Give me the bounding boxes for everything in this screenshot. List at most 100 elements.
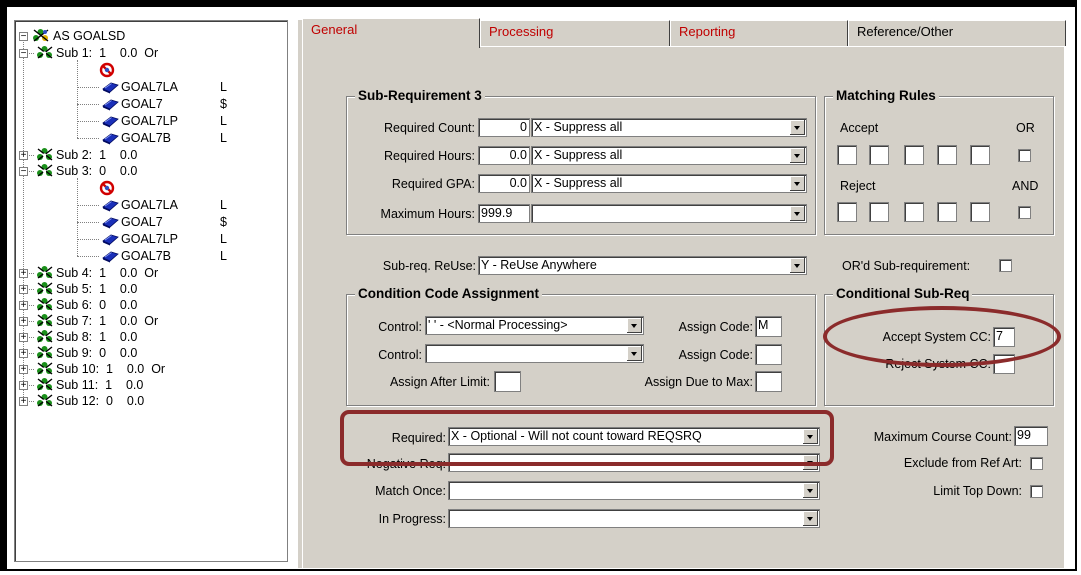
chevron-down-icon[interactable] xyxy=(790,206,805,221)
control-1-select[interactable]: ' ' - <Normal Processing> xyxy=(425,316,644,335)
match-once-select[interactable] xyxy=(448,481,820,500)
reuse-select[interactable]: Y - ReUse Anywhere xyxy=(478,256,807,275)
limit-top-down-checkbox[interactable] xyxy=(1030,485,1043,498)
tree-sub-3-label[interactable]: Sub 3: 0 0.0 xyxy=(56,163,137,179)
required-select[interactable]: X - Optional - Will not count toward REQ… xyxy=(448,427,820,446)
reject-rule-2[interactable] xyxy=(869,202,889,222)
tree-course-name[interactable]: GOAL7LA xyxy=(121,197,178,213)
tree-sub-1-label[interactable]: Sub 1: 1 0.0 Or xyxy=(56,45,158,61)
chevron-down-icon[interactable] xyxy=(803,483,818,498)
assign-after-limit-field[interactable] xyxy=(494,371,521,392)
assign-code-2-field[interactable] xyxy=(755,344,782,365)
tree-course-name[interactable]: GOAL7LP xyxy=(121,231,178,247)
sub-requirement-icon xyxy=(36,163,54,178)
tab-processing[interactable]: Processing xyxy=(480,20,670,46)
sub-1-toggle[interactable]: − xyxy=(19,49,28,59)
tree-sub-10-label[interactable]: Sub 10: 1 0.0 Or xyxy=(56,361,165,377)
tree-course-name[interactable]: GOAL7 xyxy=(121,96,163,112)
sub-3-toggle[interactable]: − xyxy=(19,167,28,177)
requirement-tree[interactable]: − AS GOALSD − Sub 1: 1 0.0 Or GOAL7LA L GOAL7 $… xyxy=(14,20,288,562)
tree-sub-6-label[interactable]: Sub 6: 0 0.0 xyxy=(56,297,137,313)
required-hours-field[interactable]: 0.0 xyxy=(478,146,530,165)
tree-sub-11-label[interactable]: Sub 11: 1 0.0 xyxy=(56,377,143,393)
exclude-ref-art-checkbox[interactable] xyxy=(1030,457,1043,470)
or-checkbox[interactable] xyxy=(1018,149,1031,162)
tree-course-name[interactable]: GOAL7LA xyxy=(121,79,178,95)
reject-rule-1[interactable] xyxy=(837,202,857,222)
sub-10-toggle[interactable]: + xyxy=(19,365,28,375)
required-hours-label: Required Hours: xyxy=(383,149,475,163)
sub-requirement-icon xyxy=(36,345,54,360)
accept-rule-3[interactable] xyxy=(904,145,924,165)
sub-requirement-icon xyxy=(36,329,54,344)
reject-system-cc-field[interactable] xyxy=(993,354,1015,374)
required-gpa-field[interactable]: 0.0 xyxy=(478,174,530,193)
sub-8-toggle[interactable]: + xyxy=(19,333,28,343)
max-course-count-field[interactable]: 99 xyxy=(1014,426,1048,446)
sub-requirement-icon xyxy=(36,297,54,312)
accept-system-cc-field[interactable]: 7 xyxy=(993,327,1015,347)
reject-rule-5[interactable] xyxy=(970,202,990,222)
chevron-down-icon[interactable] xyxy=(790,258,805,273)
tree-sub-9-label[interactable]: Sub 9: 0 0.0 xyxy=(56,345,137,361)
sub-requirement-icon xyxy=(36,265,54,280)
accept-rule-5[interactable] xyxy=(970,145,990,165)
sub-11-toggle[interactable]: + xyxy=(19,381,28,391)
sub-12-toggle[interactable]: + xyxy=(19,397,28,407)
tree-sub-2-label[interactable]: Sub 2: 1 0.0 xyxy=(56,147,137,163)
tree-guide-line xyxy=(77,121,99,122)
maximum-hours-field[interactable]: 999.9 xyxy=(478,204,530,223)
chevron-down-icon[interactable] xyxy=(627,346,642,361)
tree-root-label[interactable]: AS GOALSD xyxy=(53,28,125,44)
sub-5-toggle[interactable]: + xyxy=(19,285,28,295)
reject-rule-3[interactable] xyxy=(904,202,924,222)
chevron-down-icon[interactable] xyxy=(790,148,805,163)
ord-subreq-checkbox[interactable] xyxy=(999,259,1012,272)
chevron-down-icon[interactable] xyxy=(803,429,818,444)
sub-requirement-icon xyxy=(36,281,54,296)
tree-course-name[interactable]: GOAL7LP xyxy=(121,113,178,129)
maximum-hours-select[interactable] xyxy=(531,204,807,223)
required-count-select[interactable]: X - Suppress all xyxy=(531,118,807,137)
tree-sub-5-label[interactable]: Sub 5: 1 0.0 xyxy=(56,281,137,297)
tree-course-name[interactable]: GOAL7B xyxy=(121,130,171,146)
accept-rule-1[interactable] xyxy=(837,145,857,165)
tree-course-name[interactable]: GOAL7 xyxy=(121,214,163,230)
root-collapse-toggle[interactable]: − xyxy=(19,32,28,42)
chevron-down-icon[interactable] xyxy=(627,318,642,333)
required-count-field[interactable]: 0 xyxy=(478,118,530,137)
and-checkbox[interactable] xyxy=(1018,206,1031,219)
chevron-down-icon[interactable] xyxy=(803,455,818,470)
sub-2-toggle[interactable]: + xyxy=(19,151,28,161)
assign-code-1-label: Assign Code: xyxy=(678,320,753,334)
chevron-down-icon[interactable] xyxy=(803,511,818,526)
required-gpa-select[interactable]: X - Suppress all xyxy=(531,174,807,193)
chevron-down-icon[interactable] xyxy=(790,176,805,191)
tree-course-name[interactable]: GOAL7B xyxy=(121,248,171,264)
assign-due-max-field[interactable] xyxy=(755,371,782,392)
tab-reporting[interactable]: Reporting xyxy=(670,20,848,46)
in-progress-select[interactable] xyxy=(448,509,820,528)
reject-label: Reject xyxy=(840,179,876,193)
negative-req-select[interactable] xyxy=(448,453,820,472)
tab-general[interactable]: General xyxy=(302,18,480,48)
chevron-down-icon[interactable] xyxy=(790,120,805,135)
sub-6-toggle[interactable]: + xyxy=(19,301,28,311)
reject-rule-4[interactable] xyxy=(937,202,957,222)
tab-reference-other[interactable]: Reference/Other xyxy=(848,20,1066,46)
assign-code-1-field[interactable]: M xyxy=(755,316,782,337)
tree-sub-7-label[interactable]: Sub 7: 1 0.0 Or xyxy=(56,313,158,329)
tree-sub-12-label[interactable]: Sub 12: 0 0.0 xyxy=(56,393,144,409)
accept-rule-2[interactable] xyxy=(869,145,889,165)
sub-9-toggle[interactable]: + xyxy=(19,349,28,359)
tree-sub-8-label[interactable]: Sub 8: 1 0.0 xyxy=(56,329,137,345)
course-diamond-icon xyxy=(102,197,119,212)
accept-rule-4[interactable] xyxy=(937,145,957,165)
required-gpa-select-value: X - Suppress all xyxy=(534,176,623,190)
control-2-select[interactable] xyxy=(425,344,644,363)
sub-7-toggle[interactable]: + xyxy=(19,317,28,327)
sub-4-toggle[interactable]: + xyxy=(19,269,28,279)
tree-sub-4-label[interactable]: Sub 4: 1 0.0 Or xyxy=(56,265,158,281)
required-hours-select[interactable]: X - Suppress all xyxy=(531,146,807,165)
tree-course-tag: L xyxy=(220,131,227,145)
